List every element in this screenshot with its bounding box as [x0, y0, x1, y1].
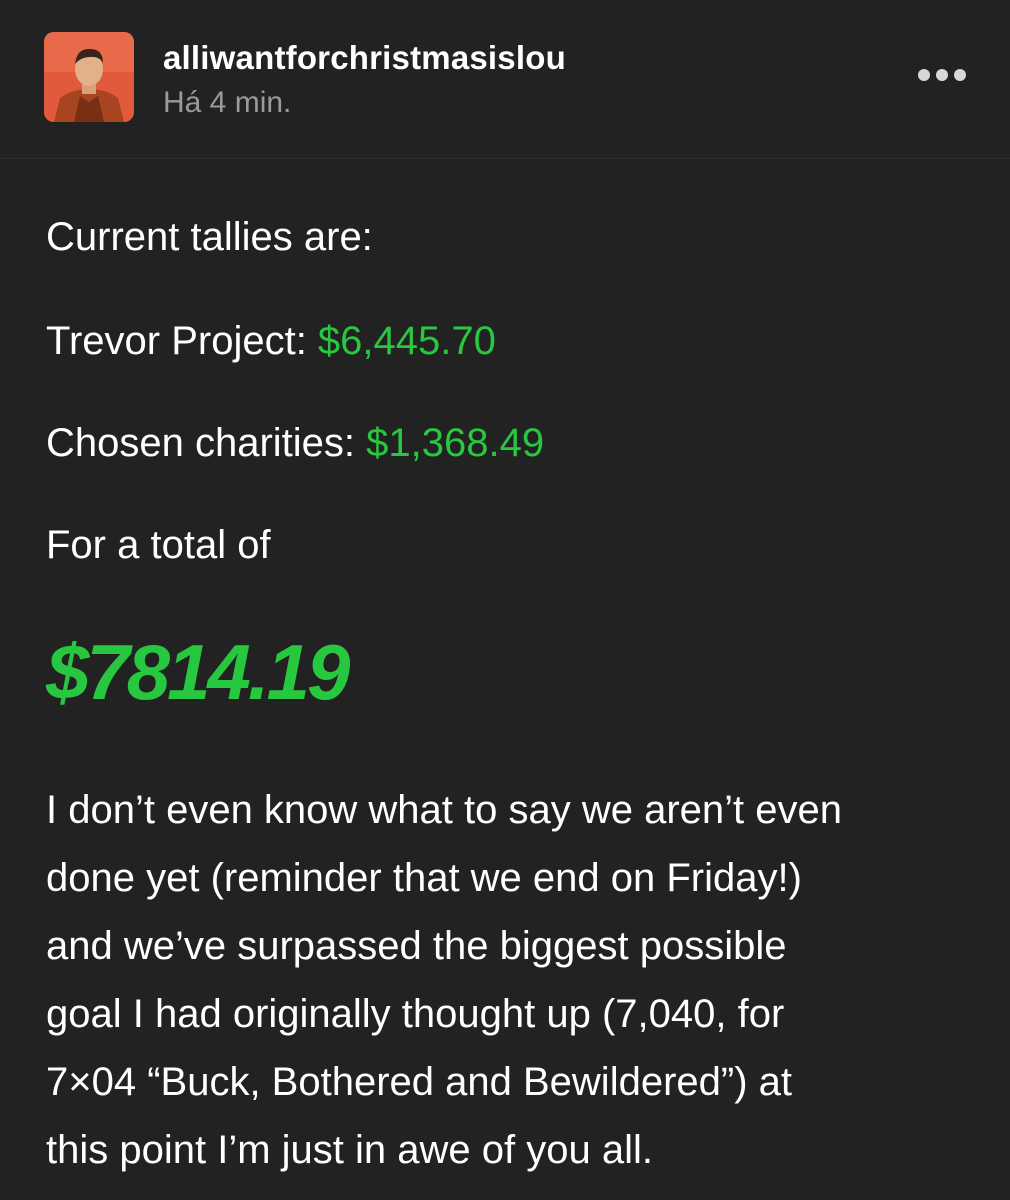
post-header: alliwantforchristmasislou Há 4 min.: [0, 0, 1010, 159]
more-options-button[interactable]: [912, 58, 972, 92]
paragraph-line: I don’t even know what to say we aren’t …: [46, 788, 843, 832]
paragraph-line: 7×04 “Buck, Bothered and Bewildered”) at: [46, 1060, 792, 1104]
paragraph-line: and we’ve surpassed the biggest possible: [46, 924, 787, 968]
chosen-charities-amount: $1,368.49: [366, 421, 545, 465]
total-amount: $7814.19: [46, 628, 350, 716]
avatar[interactable]: [44, 32, 134, 122]
intro-text: Current tallies are:: [46, 215, 373, 259]
more-dots-icon: [954, 69, 966, 81]
more-dots-icon: [918, 69, 930, 81]
more-dots-icon: [936, 69, 948, 81]
chosen-charities-tally: Chosen charities: $1,368.49: [46, 416, 544, 470]
post-paragraph: I don’t even know what to say we aren’t …: [46, 776, 976, 1184]
post-timestamp: Há 4 min.: [163, 86, 292, 119]
username[interactable]: alliwantforchristmasislou: [163, 39, 566, 77]
trevor-project-amount: $6,445.70: [317, 319, 496, 363]
trevor-project-label: Trevor Project:: [46, 319, 318, 363]
avatar-image: [44, 32, 134, 122]
total-intro-text: For a total of: [46, 523, 271, 567]
trevor-project-tally: Trevor Project: $6,445.70: [46, 314, 496, 368]
chosen-charities-label: Chosen charities:: [46, 421, 367, 465]
paragraph-line: goal I had originally thought up (7,040,…: [46, 992, 785, 1036]
paragraph-line: this point I’m just in awe of you all.: [46, 1128, 653, 1172]
paragraph-line: done yet (reminder that we end on Friday…: [46, 856, 802, 900]
